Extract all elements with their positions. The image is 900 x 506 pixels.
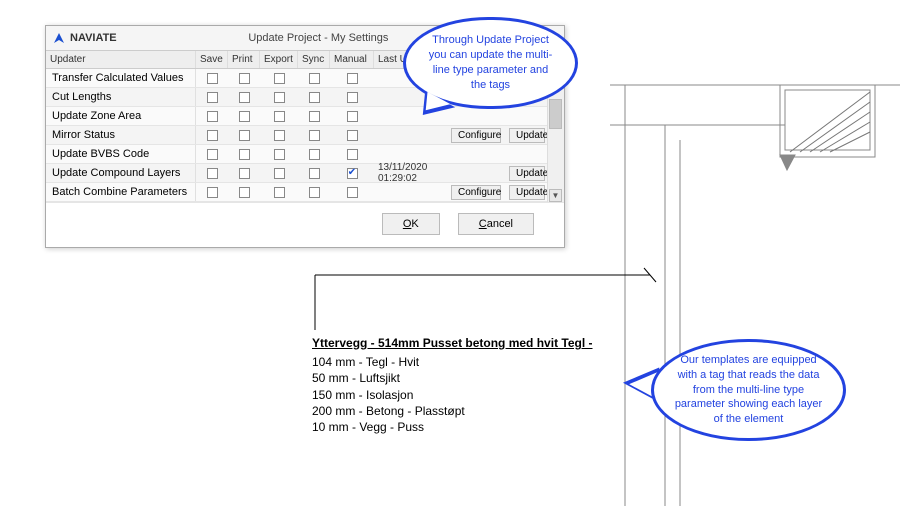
- export-checkbox[interactable]: [274, 168, 285, 179]
- updater-name: Update BVBS Code: [46, 145, 196, 163]
- col-updater[interactable]: Updater: [46, 51, 196, 68]
- updater-name: Mirror Status: [46, 126, 196, 144]
- save-checkbox[interactable]: [207, 73, 218, 84]
- save-checkbox[interactable]: [207, 130, 218, 141]
- table-row: Update Zone Area: [46, 107, 564, 126]
- scroll-thumb[interactable]: [549, 99, 562, 129]
- export-checkbox[interactable]: [274, 111, 285, 122]
- save-checkbox[interactable]: [207, 149, 218, 160]
- tag-layer: 104 mm - Tegl - Hvit: [312, 354, 593, 370]
- sync-checkbox[interactable]: [309, 168, 320, 179]
- naviate-icon: [52, 31, 66, 45]
- table-row: Batch Combine Parameters Configure Update: [46, 183, 564, 202]
- callout-text: Through Update Project you can update th…: [424, 33, 557, 92]
- col-sync[interactable]: Sync: [298, 51, 330, 68]
- export-checkbox[interactable]: [274, 130, 285, 141]
- manual-checkbox[interactable]: [347, 73, 358, 84]
- manual-checkbox[interactable]: [347, 168, 358, 179]
- callout-text: Our templates are equipped with a tag th…: [672, 353, 825, 427]
- updater-name: Transfer Calculated Values: [46, 69, 196, 87]
- brand-text: NAVIATE: [70, 32, 117, 44]
- last-update-cell: 13/11/2020 01:29:02: [374, 164, 447, 182]
- callout-templates-tag: Our templates are equipped with a tag th…: [651, 339, 846, 441]
- tag-layer: 10 mm - Vegg - Puss: [312, 419, 593, 435]
- updater-name: Batch Combine Parameters: [46, 183, 196, 201]
- cancel-button[interactable]: Cancel: [458, 213, 534, 235]
- col-export[interactable]: Export: [260, 51, 298, 68]
- sync-checkbox[interactable]: [309, 130, 320, 141]
- export-checkbox[interactable]: [274, 73, 285, 84]
- tag-layer: 200 mm - Betong - Plasstøpt: [312, 403, 593, 419]
- sync-checkbox[interactable]: [309, 149, 320, 160]
- save-checkbox[interactable]: [207, 111, 218, 122]
- print-checkbox[interactable]: [239, 111, 250, 122]
- export-checkbox[interactable]: [274, 149, 285, 160]
- configure-button[interactable]: Configure: [451, 128, 501, 143]
- update-button[interactable]: Update: [509, 185, 545, 200]
- sync-checkbox[interactable]: [309, 187, 320, 198]
- update-button[interactable]: Update: [509, 128, 545, 143]
- col-print[interactable]: Print: [228, 51, 260, 68]
- wall-tag: Yttervegg - 514mm Pusset betong med hvit…: [312, 335, 593, 435]
- print-checkbox[interactable]: [239, 73, 250, 84]
- table-row: Mirror Status Configure Update: [46, 126, 564, 145]
- manual-checkbox[interactable]: [347, 187, 358, 198]
- table-row: Update Compound Layers 13/11/2020 01:29:0…: [46, 164, 564, 183]
- save-checkbox[interactable]: [207, 187, 218, 198]
- tag-layer: 50 mm - Luftsjikt: [312, 370, 593, 386]
- ok-button[interactable]: OK: [382, 213, 440, 235]
- print-checkbox[interactable]: [239, 187, 250, 198]
- sync-checkbox[interactable]: [309, 73, 320, 84]
- last-update-cell: [374, 126, 447, 144]
- print-checkbox[interactable]: [239, 92, 250, 103]
- updater-name: Update Zone Area: [46, 107, 196, 125]
- save-checkbox[interactable]: [207, 168, 218, 179]
- sync-checkbox[interactable]: [309, 92, 320, 103]
- print-checkbox[interactable]: [239, 168, 250, 179]
- sync-checkbox[interactable]: [309, 111, 320, 122]
- manual-checkbox[interactable]: [347, 92, 358, 103]
- print-checkbox[interactable]: [239, 149, 250, 160]
- last-update-cell: [374, 145, 447, 163]
- col-manual[interactable]: Manual: [330, 51, 374, 68]
- manual-checkbox[interactable]: [347, 111, 358, 122]
- print-checkbox[interactable]: [239, 130, 250, 141]
- export-checkbox[interactable]: [274, 92, 285, 103]
- save-checkbox[interactable]: [207, 92, 218, 103]
- updater-name: Update Compound Layers: [46, 164, 196, 182]
- configure-button[interactable]: Configure: [451, 185, 501, 200]
- scroll-down-icon[interactable]: ▼: [549, 189, 562, 202]
- dialog-button-row: OK Cancel: [46, 202, 564, 247]
- updater-name: Cut Lengths: [46, 88, 196, 106]
- manual-checkbox[interactable]: [347, 149, 358, 160]
- update-button[interactable]: Update: [509, 166, 545, 181]
- table-row: Update BVBS Code: [46, 145, 564, 164]
- col-save[interactable]: Save: [196, 51, 228, 68]
- export-checkbox[interactable]: [274, 187, 285, 198]
- last-update-cell: [374, 183, 447, 201]
- tag-title: Yttervegg - 514mm Pusset betong med hvit…: [312, 335, 593, 351]
- brand-logo: NAVIATE: [52, 31, 117, 45]
- manual-checkbox[interactable]: [347, 130, 358, 141]
- tag-layer: 150 mm - Isolasjon: [312, 387, 593, 403]
